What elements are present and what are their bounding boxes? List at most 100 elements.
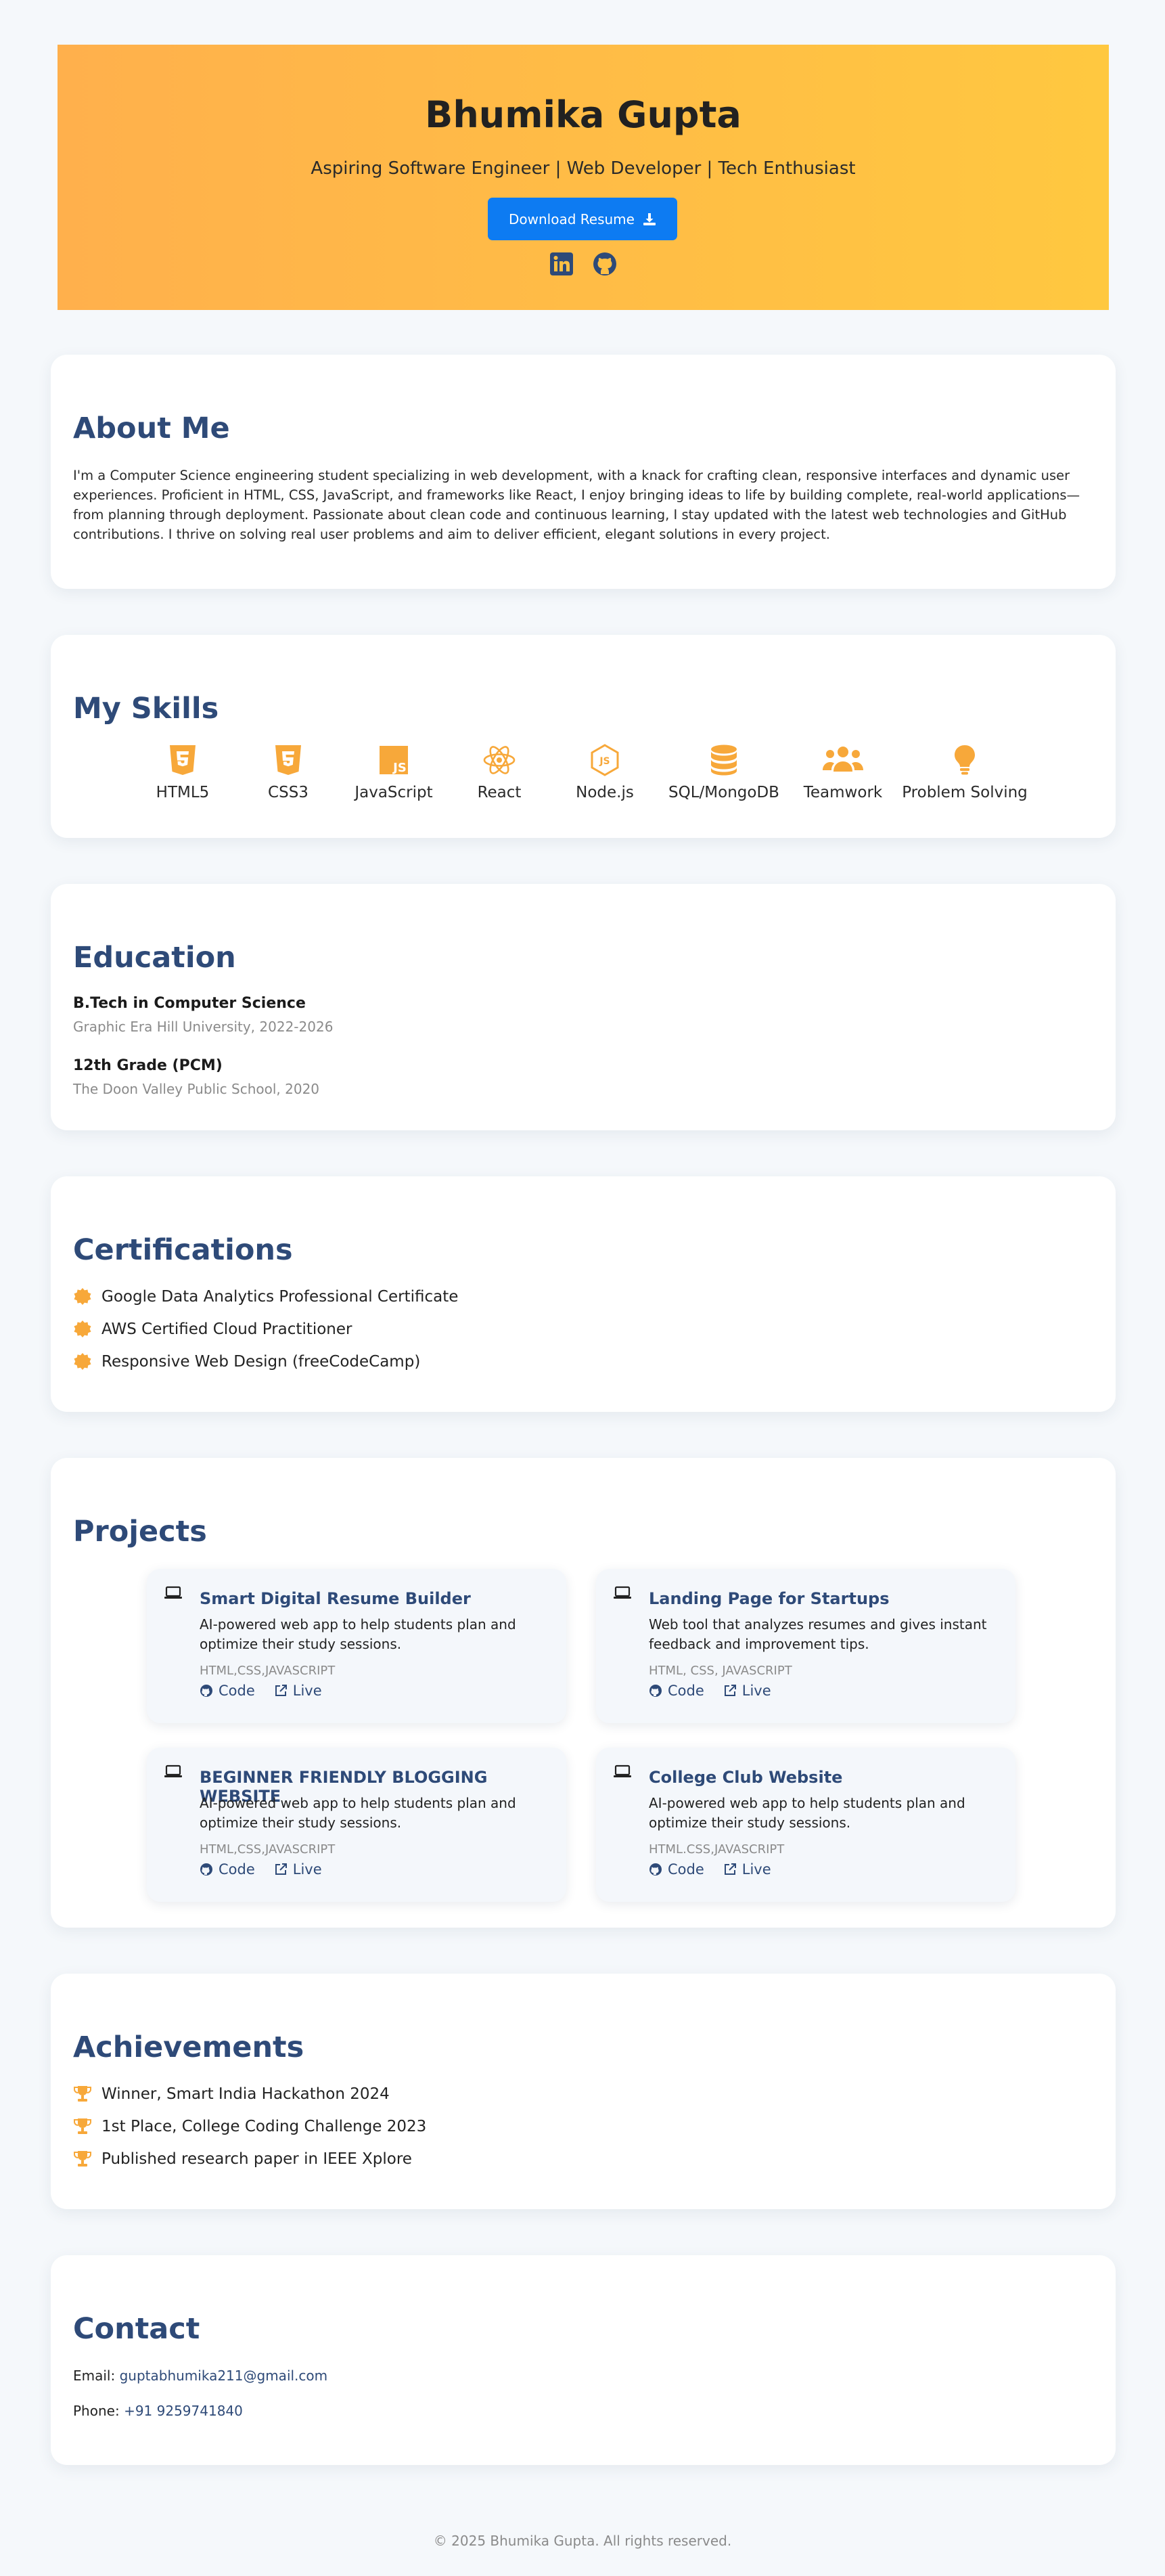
achievements-section: Achievements Winner, Smart India Hackath…	[51, 1974, 1116, 2209]
code-link[interactable]: Code	[649, 1861, 704, 1878]
download-resume-button[interactable]: Download Resume	[488, 198, 677, 240]
live-link[interactable]: Live	[723, 1861, 771, 1878]
skill-label: Problem Solving	[902, 784, 1028, 801]
react-icon	[483, 746, 516, 774]
users-icon	[823, 747, 863, 772]
github-icon	[200, 1685, 212, 1697]
laptop-icon	[614, 1764, 631, 1777]
achievement-label: Winner, Smart India Hackathon 2024	[101, 2085, 390, 2103]
project-tech: HTML,CSS,JAVASCRIPT	[200, 1664, 336, 1678]
education-degree: 12th Grade (PCM)	[73, 1057, 223, 1074]
live-link[interactable]: Live	[274, 1683, 322, 1699]
database-icon	[711, 745, 737, 776]
project-title: Smart Digital Resume Builder	[200, 1589, 471, 1608]
trophy-icon	[74, 2151, 91, 2167]
education-section: Education B.Tech in Computer Science Gra…	[51, 884, 1116, 1130]
skill-item-sql-mongodb: SQL/MongoDB	[656, 743, 792, 801]
achievement-item: Winner, Smart India Hackathon 2024	[73, 2085, 390, 2104]
code-link[interactable]: Code	[649, 1683, 704, 1699]
project-tech: HTML.CSS,JAVASCRIPT	[649, 1842, 785, 1857]
project-description: AI-powered web app to help students plan…	[649, 1795, 965, 1831]
tagline: Aspiring Software Engineer | Web Develop…	[311, 158, 856, 179]
education-item: B.Tech in Computer Science Graphic Era H…	[73, 995, 333, 1035]
code-link[interactable]: Code	[200, 1683, 255, 1699]
external-link-icon	[724, 1685, 736, 1696]
code-link-label: Code	[668, 1861, 704, 1878]
trophy-icon	[74, 2118, 91, 2134]
skill-label: Node.js	[576, 784, 634, 801]
email-link[interactable]: guptabhumika211@gmail.com	[120, 2368, 328, 2384]
project-description: AI-powered web app to help students plan…	[200, 1616, 516, 1652]
certification-label: Responsive Web Design (freeCodeCamp)	[101, 1353, 421, 1371]
linkedin-icon[interactable]	[549, 252, 574, 276]
laptop-icon	[164, 1764, 182, 1777]
html5-icon	[170, 745, 196, 775]
project-title: College Club Website	[649, 1768, 843, 1787]
skills-heading: My Skills	[73, 692, 219, 726]
project-title: Landing Page for Startups	[649, 1589, 890, 1608]
phone-label: Phone:	[73, 2403, 120, 2419]
achievements-heading: Achievements	[73, 2030, 304, 2064]
education-heading: Education	[73, 941, 236, 975]
nodejs-icon: JS	[591, 744, 619, 776]
project-tech: HTML,CSS,JAVASCRIPT	[200, 1842, 336, 1857]
laptop-icon	[164, 1586, 182, 1599]
laptop-icon	[614, 1586, 631, 1599]
contact-section: Contact Email: guptabhumika211@gmail.com…	[51, 2255, 1116, 2465]
download-icon	[643, 213, 656, 225]
project-card: College Club Website AI-powered web app …	[596, 1748, 1015, 1902]
about-section: About Me I'm a Computer Science engineer…	[51, 355, 1116, 589]
projects-heading: Projects	[73, 1515, 207, 1549]
contact-email: Email: guptabhumika211@gmail.com	[73, 2368, 327, 2384]
project-links: Code Live	[200, 1683, 322, 1699]
live-link-label: Live	[292, 1861, 322, 1878]
about-heading: About Me	[73, 412, 230, 445]
footer-copyright: © 2025 Bhumika Gupta. All rights reserve…	[433, 2533, 732, 2549]
certification-item: AWS Certified Cloud Practitioner	[73, 1320, 352, 1339]
github-icon	[649, 1863, 662, 1875]
achievement-label: Published research paper in IEEE Xplore	[101, 2150, 412, 2168]
skill-item-nodejs: JS Node.js	[537, 743, 672, 801]
project-card: Landing Page for Startups Web tool that …	[596, 1569, 1015, 1723]
certification-label: AWS Certified Cloud Practitioner	[101, 1320, 352, 1338]
live-link[interactable]: Live	[274, 1861, 322, 1878]
download-resume-label: Download Resume	[509, 210, 635, 227]
svg-text:JS: JS	[599, 756, 610, 767]
code-link-label: Code	[219, 1683, 255, 1699]
svg-text:JS: JS	[392, 761, 407, 775]
certification-item: Google Data Analytics Professional Certi…	[73, 1287, 458, 1306]
education-school: Graphic Era Hill University, 2022-2026	[73, 1019, 334, 1035]
contact-phone: Phone: +91 9259741840	[73, 2403, 243, 2419]
project-card: BEGINNER FRIENDLY BLOGGING WEBSITE AI-po…	[147, 1748, 566, 1902]
achievement-item: 1st Place, College Coding Challenge 2023	[73, 2117, 426, 2136]
projects-section: Projects Smart Digital Resume Builder AI…	[51, 1458, 1116, 1928]
skill-item-teamwork: Teamwork	[775, 743, 911, 801]
skills-section: My Skills HTML5 CSS3 JS JavaScript React…	[51, 635, 1116, 838]
education-degree: B.Tech in Computer Science	[73, 995, 306, 1012]
page-title: Bhumika Gupta	[425, 93, 741, 136]
certification-item: Responsive Web Design (freeCodeCamp)	[73, 1352, 420, 1371]
certificate-badge-icon	[74, 1353, 91, 1370]
external-link-icon	[275, 1863, 287, 1875]
code-link[interactable]: Code	[200, 1861, 255, 1878]
github-icon	[200, 1863, 212, 1875]
project-card: Smart Digital Resume Builder AI-powered …	[147, 1569, 566, 1723]
education-school: The Doon Valley Public School, 2020	[73, 1081, 320, 1097]
github-icon[interactable]	[593, 252, 617, 276]
about-text: I'm a Computer Science engineering stude…	[73, 468, 1080, 542]
email-label: Email:	[73, 2368, 116, 2384]
project-links: Code Live	[649, 1861, 771, 1878]
certifications-section: Certifications Google Data Analytics Pro…	[51, 1176, 1116, 1412]
external-link-icon	[275, 1685, 287, 1696]
phone-link[interactable]: +91 9259741840	[124, 2403, 243, 2419]
education-item: 12th Grade (PCM) The Doon Valley Public …	[73, 1057, 319, 1097]
trophy-icon	[74, 2086, 91, 2102]
css3-icon	[275, 745, 301, 775]
project-tech: HTML, CSS, JAVASCRIPT	[649, 1664, 792, 1678]
live-link-label: Live	[292, 1683, 322, 1699]
project-description: Web tool that analyzes resumes and gives…	[649, 1616, 987, 1652]
live-link[interactable]: Live	[723, 1683, 771, 1699]
certification-label: Google Data Analytics Professional Certi…	[101, 1288, 459, 1306]
code-link-label: Code	[668, 1683, 704, 1699]
lightbulb-icon	[955, 745, 975, 775]
